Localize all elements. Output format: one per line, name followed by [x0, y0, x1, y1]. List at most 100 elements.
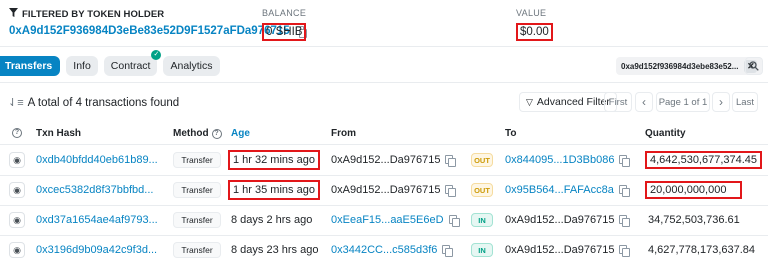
help-icon[interactable]: ?: [211, 128, 222, 139]
search-button[interactable]: [745, 57, 763, 75]
filter-icon: [9, 8, 18, 20]
sort-icon: ⇃≡: [8, 97, 24, 109]
copy-icon[interactable]: [619, 155, 631, 167]
direction-badge: IN: [471, 213, 493, 227]
column-age[interactable]: Age: [231, 128, 250, 139]
tab-bar: Transfers Info Contract ✓ Analytics: [0, 50, 220, 76]
address-filter-pill: 0xa9d152f936984d3ebe83e52... ✕: [616, 57, 763, 75]
txn-hash-link[interactable]: 0xdb40bfdd40eb61b89...: [36, 145, 158, 175]
pager-info: Page 1 of 1: [656, 92, 710, 112]
tab-info[interactable]: Info: [66, 56, 98, 76]
divider: [0, 46, 768, 47]
copy-icon[interactable]: [442, 245, 454, 257]
direction-badge: OUT: [471, 153, 493, 167]
column-from: From: [331, 128, 356, 139]
transactions-summary: ⇃≡ A total of 4 transactions found: [8, 96, 180, 110]
filter-icon: ▽: [526, 96, 533, 107]
txn-hash-link[interactable]: 0xd37a1654ae4af9793...: [36, 205, 158, 235]
method-badge: Transfer: [173, 212, 221, 228]
balance-label: BALANCE: [262, 8, 307, 18]
to-address-link[interactable]: 0x844095...1D3Bb086: [505, 154, 614, 166]
method-badge: Transfer: [173, 152, 221, 168]
holder-title: FILTERED BY TOKEN HOLDER: [9, 8, 305, 20]
summary-text: A total of 4 transactions found: [27, 96, 180, 109]
quantity-cell: 4,642,530,677,374.45: [645, 145, 763, 175]
advanced-filter-label: Advanced Filter: [536, 96, 610, 108]
tab-transfers[interactable]: Transfers: [0, 56, 61, 76]
to-cell: 0xA9d152...Da976715: [505, 235, 631, 265]
filter-pill-label: 0xa9d152f936984d3ebe83e52...: [621, 61, 739, 71]
holder-address-link[interactable]: 0xA9d152F936984D3eBe83e52D9F1527aFDa9767…: [9, 25, 290, 37]
to-cell: 0x844095...1D3Bb086: [505, 145, 631, 175]
quantity-value: 20,000,000,000: [645, 181, 742, 199]
copy-icon[interactable]: [448, 215, 460, 227]
pager-first-button[interactable]: First: [604, 92, 632, 112]
table-row: ◉ 0xdb40bfdd40eb61b89... Transfer 1 hr 3…: [0, 145, 768, 175]
column-txn-hash: Txn Hash: [36, 128, 82, 139]
copy-icon[interactable]: [445, 185, 457, 197]
holder-title-label: FILTERED BY TOKEN HOLDER: [22, 8, 165, 20]
to-address: 0xA9d152...Da976715: [505, 214, 615, 226]
age-cell: 1 hr 32 mins ago: [228, 145, 320, 175]
value-amount: $0.00: [516, 23, 553, 41]
table-row: ◉ 0xcec5382d8f37bbfbd... Transfer 1 hr 3…: [0, 175, 768, 205]
age-value: 8 days 23 hrs ago: [231, 244, 319, 256]
value-label: VALUE: [516, 8, 547, 18]
age-cell: 1 hr 35 mins ago: [228, 175, 320, 205]
age-value: 8 days 2 hrs ago: [231, 214, 313, 226]
pager-last-button[interactable]: Last: [732, 92, 758, 112]
txn-hash-link[interactable]: 0xcec5382d8f37bbfbd...: [36, 175, 153, 205]
column-method: Method ?: [173, 128, 222, 139]
verified-check-icon: ✓: [151, 50, 162, 60]
from-cell: 0xEeaF15...aaE5E6eD: [331, 205, 460, 235]
pager-next-button[interactable]: ›: [712, 92, 730, 112]
tab-analytics[interactable]: Analytics: [163, 56, 220, 76]
copy-icon[interactable]: [445, 155, 457, 167]
column-quantity: Quantity: [645, 128, 686, 139]
advanced-filter-button[interactable]: ▽ Advanced Filter: [519, 92, 617, 112]
token-holder-filter: FILTERED BY TOKEN HOLDER 0xA9d152F936984…: [9, 8, 307, 38]
copy-icon[interactable]: [619, 245, 631, 257]
search-icon: [749, 61, 759, 71]
quantity-value: 4,627,778,173,637.84: [648, 244, 756, 256]
table-row: ◉ 0x3196d9b09a42c9f3d... Transfer 8 days…: [0, 235, 768, 265]
method-badge: Transfer: [173, 182, 221, 198]
balance-value: 0 SHIB: [262, 23, 307, 41]
to-address: 0xA9d152...Da976715: [505, 244, 615, 256]
quantity-value: 34,752,503,736.61: [648, 214, 740, 226]
direction-badge: OUT: [471, 183, 493, 197]
eye-icon[interactable]: ◉: [9, 152, 25, 168]
age-value: 1 hr 35 mins ago: [228, 180, 320, 200]
value-block: VALUE $0.00: [516, 8, 553, 41]
from-address: 0xA9d152...Da976715: [331, 154, 441, 166]
eye-icon[interactable]: ◉: [9, 212, 25, 228]
direction-badge: IN: [471, 243, 493, 257]
table-row: ◉ 0xd37a1654ae4af9793... Transfer 8 days…: [0, 205, 768, 235]
pager-prev-button[interactable]: ‹: [635, 92, 653, 112]
tab-contract[interactable]: Contract ✓: [103, 50, 162, 76]
quantity-cell: 20,000,000,000: [645, 175, 742, 205]
from-cell: 0xA9d152...Da976715: [331, 175, 457, 205]
eye-icon[interactable]: ◉: [9, 182, 25, 198]
details-column-help-icon[interactable]: ?: [12, 128, 22, 138]
column-to: To: [505, 128, 517, 139]
method-badge: Transfer: [173, 242, 221, 258]
column-method-label: Method: [173, 128, 209, 139]
from-cell: 0xA9d152...Da976715: [331, 145, 457, 175]
to-address-link[interactable]: 0x95B564...FAFAcc8a: [505, 184, 614, 196]
txn-hash-link[interactable]: 0x3196d9b09a42c9f3d...: [36, 235, 157, 265]
age-value: 1 hr 32 mins ago: [228, 150, 320, 170]
quantity-value: 4,642,530,677,374.45: [645, 151, 763, 169]
copy-icon[interactable]: [619, 215, 631, 227]
balance-block: BALANCE 0 SHIB: [262, 8, 307, 41]
eye-icon[interactable]: ◉: [9, 242, 25, 258]
from-cell: 0x3442CC...c585d3f6: [331, 235, 454, 265]
copy-icon[interactable]: [618, 185, 630, 197]
tab-contract-label: Contract: [110, 60, 151, 72]
divider: [0, 82, 768, 83]
from-address-link[interactable]: 0x3442CC...c585d3f6: [331, 244, 437, 256]
from-address-link[interactable]: 0xEeaF15...aaE5E6eD: [331, 214, 444, 226]
to-cell: 0x95B564...FAFAcc8a: [505, 175, 630, 205]
from-address: 0xA9d152...Da976715: [331, 184, 441, 196]
to-cell: 0xA9d152...Da976715: [505, 205, 631, 235]
